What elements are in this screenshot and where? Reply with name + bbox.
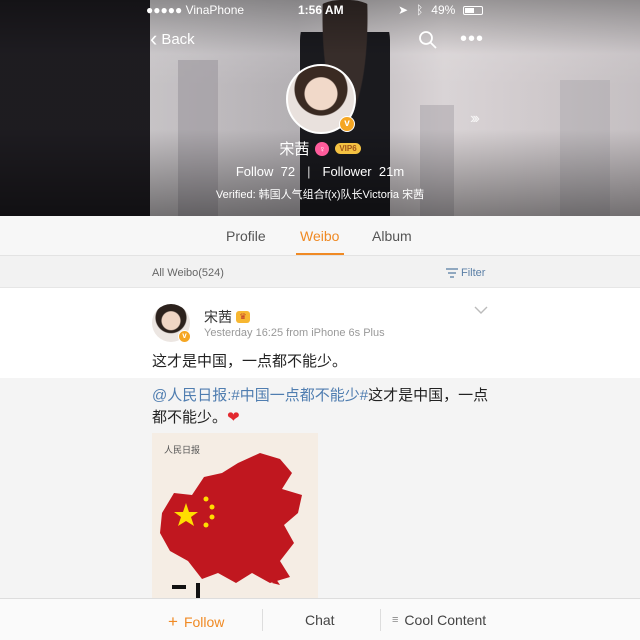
repost-text-block: @人民日报:#中国一点都不能少#这才是中国，一点都不能少。❤ bbox=[152, 385, 492, 429]
profile-name: 宋茜 bbox=[279, 141, 310, 158]
battery-icon bbox=[463, 5, 484, 15]
bottom-divider bbox=[262, 609, 263, 631]
follow-label: Follow bbox=[235, 164, 274, 179]
tab-profile[interactable]: Profile bbox=[226, 228, 266, 244]
follow-count: 72 bbox=[280, 164, 296, 179]
post-author-name: 宋茜 bbox=[204, 309, 232, 325]
post-text: 这才是中国，一点都不能少。 bbox=[152, 353, 348, 370]
heart-icon: ❤ bbox=[227, 409, 240, 426]
location-icon: ➤ bbox=[398, 3, 409, 17]
tab-album[interactable]: Album bbox=[372, 228, 412, 244]
chevron-down-icon[interactable] bbox=[474, 303, 488, 317]
hashtag-link[interactable]: #中国一点都不能少# bbox=[231, 387, 368, 404]
verified-info: Verified: 韩国人气组合f(x)队长Victoria 宋茜 bbox=[215, 189, 425, 201]
battery-percent: 49% bbox=[431, 3, 456, 17]
follow-button-label: Follow bbox=[183, 614, 225, 630]
clock: 1:56 AM bbox=[298, 3, 344, 17]
china-map-image bbox=[160, 453, 302, 600]
female-gender-icon: ♀ bbox=[315, 141, 330, 156]
feed-filter-bar: All Weibo(524) Filter bbox=[0, 256, 640, 288]
active-tab-indicator bbox=[296, 253, 344, 255]
plus-icon: + bbox=[168, 612, 178, 631]
chevron-left-icon: ‹ bbox=[150, 26, 158, 51]
followers-link[interactable]: Follower 21m bbox=[323, 164, 405, 179]
vip-badge: VIP6 bbox=[335, 143, 361, 154]
menu-icon: ≡ bbox=[392, 614, 399, 626]
repost-image[interactable]: 人民日报 bbox=[152, 433, 318, 600]
all-weibo-count[interactable]: All Weibo(524) bbox=[152, 267, 224, 279]
profile-tabs: Profile Weibo Album bbox=[0, 216, 640, 256]
cover-arrows-icon[interactable]: ››› bbox=[470, 110, 480, 128]
follower-label: Follower bbox=[322, 164, 372, 179]
author-verified-icon: v bbox=[178, 330, 191, 343]
search-icon[interactable] bbox=[418, 30, 438, 50]
bluetooth-icon: ᛒ bbox=[416, 3, 424, 17]
post-source: from iPhone 6s Plus bbox=[286, 327, 385, 339]
chat-button[interactable]: Chat bbox=[305, 612, 335, 628]
follower-count: 21m bbox=[378, 164, 405, 179]
post-time: Yesterday 16:25 bbox=[204, 327, 284, 339]
cool-content-button[interactable]: ≡ Cool Content bbox=[392, 612, 486, 628]
back-label: Back bbox=[161, 30, 195, 48]
more-options-icon[interactable]: ••• bbox=[460, 29, 484, 49]
post-meta: Yesterday 16:25 from iPhone 6s Plus bbox=[204, 327, 385, 339]
filter-icon bbox=[446, 268, 458, 278]
verified-badge-icon: v bbox=[339, 116, 355, 132]
chat-button-label: Chat bbox=[305, 612, 335, 628]
filter-label: Filter bbox=[461, 267, 486, 279]
filter-button[interactable]: Filter bbox=[446, 267, 485, 279]
follow-button[interactable]: + Follow bbox=[168, 612, 224, 632]
mention-link[interactable]: @人民日报 bbox=[152, 387, 227, 404]
bottom-divider bbox=[380, 609, 381, 631]
back-button[interactable]: ‹ Back bbox=[150, 26, 195, 51]
tab-weibo[interactable]: Weibo bbox=[300, 228, 339, 244]
status-right: ➤ ᛒ 49% bbox=[398, 3, 484, 17]
post-author[interactable]: 宋茜 ♛ bbox=[204, 307, 250, 327]
status-bar: ●●●●● VinaPhone 1:56 AM ➤ ᛒ 49% bbox=[0, 0, 640, 20]
bottom-action-bar: + Follow Chat ≡ Cool Content bbox=[0, 598, 640, 640]
member-crown-icon: ♛ bbox=[236, 311, 250, 323]
cool-content-label: Cool Content bbox=[404, 612, 487, 628]
stats-divider: | bbox=[307, 164, 311, 179]
carrier-label: ●●●●● VinaPhone bbox=[146, 3, 245, 17]
following-link[interactable]: Follow 72 bbox=[236, 164, 295, 179]
follow-stats: Follow 72 | Follower 21m bbox=[0, 164, 640, 179]
profile-name-row: 宋茜 ♀ VIP6 bbox=[0, 138, 640, 159]
